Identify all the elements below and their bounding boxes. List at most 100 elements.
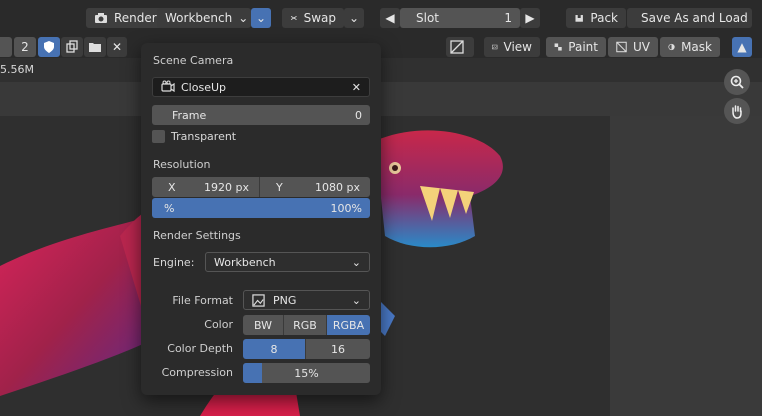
resolution-y-value: 1080 px bbox=[315, 180, 360, 194]
pack-button[interactable]: Pack bbox=[566, 8, 626, 28]
frame-field[interactable]: Frame 0 bbox=[152, 105, 370, 125]
slot-label: Slot bbox=[416, 11, 439, 25]
shield-icon bbox=[44, 41, 54, 53]
uv-mode-button[interactable]: UV bbox=[608, 37, 658, 57]
uv-label: UV bbox=[633, 40, 650, 54]
header-collapse-toggle[interactable]: ▲ bbox=[732, 37, 752, 57]
zoom-in-icon bbox=[730, 75, 744, 89]
unlink-image-button[interactable]: ✕ bbox=[107, 37, 127, 57]
frame-value: 0 bbox=[355, 108, 362, 122]
chevron-down-icon: ⌄ bbox=[351, 255, 361, 269]
triangle-left-icon: ◀ bbox=[385, 11, 395, 25]
compression-value: 15% bbox=[294, 366, 319, 380]
duplicate-icon bbox=[66, 40, 78, 53]
scene-camera-value: CloseUp bbox=[181, 80, 226, 94]
image-info-bar: 5.56M bbox=[0, 58, 762, 82]
resolution-x-value: 1920 px bbox=[204, 180, 249, 194]
engine-value: Workbench bbox=[214, 255, 276, 269]
transparent-label: Transparent bbox=[171, 130, 237, 143]
engine-dropdown[interactable]: Workbench ⌄ bbox=[157, 8, 251, 28]
chevron-down-icon: ⌄ bbox=[238, 11, 249, 25]
slot-next-button[interactable]: ▶ bbox=[520, 8, 540, 28]
slot-field[interactable]: Slot 1 bbox=[400, 8, 520, 28]
swap-dropdown[interactable]: ⌄ bbox=[344, 8, 364, 28]
open-image-button[interactable] bbox=[84, 37, 106, 57]
triangle-up-icon: ▲ bbox=[737, 40, 747, 54]
engine-select[interactable]: Workbench ⌄ bbox=[205, 252, 370, 272]
resolution-percentage-value: 100% bbox=[330, 201, 362, 215]
resolution-title: Resolution bbox=[153, 158, 211, 171]
image-editor-header: Render Workbench ⌄ ⌄ Swap ⌄ ◀ Slot 1 ▶ P… bbox=[0, 0, 762, 36]
paint-label: Paint bbox=[568, 40, 598, 54]
slot-prev-button[interactable]: ◀ bbox=[380, 8, 400, 28]
render-menu-label: Render bbox=[114, 11, 157, 25]
render-popover-toggle[interactable]: ⌄ bbox=[251, 8, 271, 28]
duplicate-image-button[interactable] bbox=[61, 37, 83, 57]
display-channels-icon bbox=[450, 40, 464, 54]
mask-mode-button[interactable]: Mask bbox=[660, 37, 720, 57]
triangle-right-icon: ▶ bbox=[525, 11, 535, 25]
pan-button[interactable] bbox=[724, 98, 750, 124]
file-format-select[interactable]: PNG ⌄ bbox=[243, 290, 370, 310]
swap-button[interactable]: Swap bbox=[282, 8, 344, 28]
color-depth-label: Color Depth bbox=[167, 342, 233, 355]
compression-slider[interactable]: 15% bbox=[243, 363, 370, 383]
resolution-y-field[interactable]: Y 1080 px bbox=[260, 177, 370, 197]
view-menu[interactable]: View bbox=[484, 37, 540, 57]
uv-icon bbox=[616, 41, 627, 53]
image-file-icon bbox=[252, 293, 265, 307]
close-icon: ✕ bbox=[111, 40, 123, 54]
camera-icon bbox=[95, 13, 107, 23]
color-depth-selector: 8 16 bbox=[243, 339, 370, 359]
save-as-and-load-button[interactable]: Save As and Load bbox=[627, 8, 752, 28]
swap-label: Swap bbox=[303, 11, 336, 25]
mask-icon bbox=[668, 43, 675, 51]
image-toolbar: 2 ✕ View Paint UV Mask ▲ bbox=[0, 36, 762, 58]
save-as-and-load-label: Save As and Load bbox=[641, 11, 748, 25]
color-mode-selector: BW RGB RGBA bbox=[243, 315, 370, 335]
color-depth-option-8[interactable]: 8 bbox=[243, 339, 306, 359]
color-depth-option-16[interactable]: 16 bbox=[306, 339, 370, 359]
pack-label: Pack bbox=[590, 11, 618, 25]
mask-label: Mask bbox=[681, 40, 712, 54]
transparent-checkbox[interactable] bbox=[152, 130, 165, 143]
resolution-x-field[interactable]: X 1920 px bbox=[152, 177, 260, 197]
image-name-field-end[interactable] bbox=[0, 37, 12, 57]
resolution-fields: X 1920 px Y 1080 px bbox=[152, 177, 370, 197]
frame-label: Frame bbox=[172, 108, 207, 122]
color-option-rgba[interactable]: RGBA bbox=[327, 315, 370, 335]
camera-object-icon bbox=[161, 80, 175, 93]
paint-mode-button[interactable]: Paint bbox=[546, 37, 606, 57]
compression-fill bbox=[243, 363, 263, 383]
render-settings-popover: Scene Camera CloseUp ✕ Frame 0 Transpare… bbox=[141, 43, 381, 395]
color-option-rgb[interactable]: RGB bbox=[284, 315, 327, 335]
chevron-down-icon: ⌄ bbox=[255, 11, 267, 25]
hand-icon bbox=[732, 105, 742, 119]
close-icon[interactable]: ✕ bbox=[352, 81, 361, 94]
scene-camera-field[interactable]: CloseUp ✕ bbox=[152, 77, 370, 97]
file-format-label: File Format bbox=[172, 294, 233, 307]
zoom-button[interactable] bbox=[724, 69, 750, 95]
chevron-down-icon: ⌄ bbox=[348, 11, 360, 25]
render-settings-title: Render Settings bbox=[153, 229, 241, 242]
image-icon bbox=[492, 44, 498, 50]
user-count-value: 2 bbox=[21, 40, 29, 54]
user-count-field[interactable]: 2 bbox=[14, 37, 36, 57]
color-label: Color bbox=[204, 318, 233, 331]
resolution-percentage-field[interactable]: % 100% bbox=[152, 198, 370, 218]
package-icon bbox=[575, 15, 583, 22]
file-format-value: PNG bbox=[273, 293, 297, 307]
resolution-x-label: X bbox=[168, 180, 176, 194]
checker-icon bbox=[554, 43, 562, 51]
engine-label: Engine: bbox=[153, 256, 195, 269]
fake-user-toggle[interactable] bbox=[38, 37, 60, 57]
resolution-y-label: Y bbox=[276, 180, 283, 194]
compression-label: Compression bbox=[161, 366, 233, 379]
scene-camera-title: Scene Camera bbox=[153, 54, 234, 67]
display-channels-dropdown[interactable] bbox=[446, 37, 474, 57]
resolution-percentage-label: % bbox=[164, 201, 175, 215]
chevron-down-icon: ⌄ bbox=[351, 293, 361, 307]
render-menu-button[interactable]: Render bbox=[86, 8, 165, 28]
swap-icon bbox=[290, 16, 297, 20]
color-option-bw[interactable]: BW bbox=[243, 315, 284, 335]
